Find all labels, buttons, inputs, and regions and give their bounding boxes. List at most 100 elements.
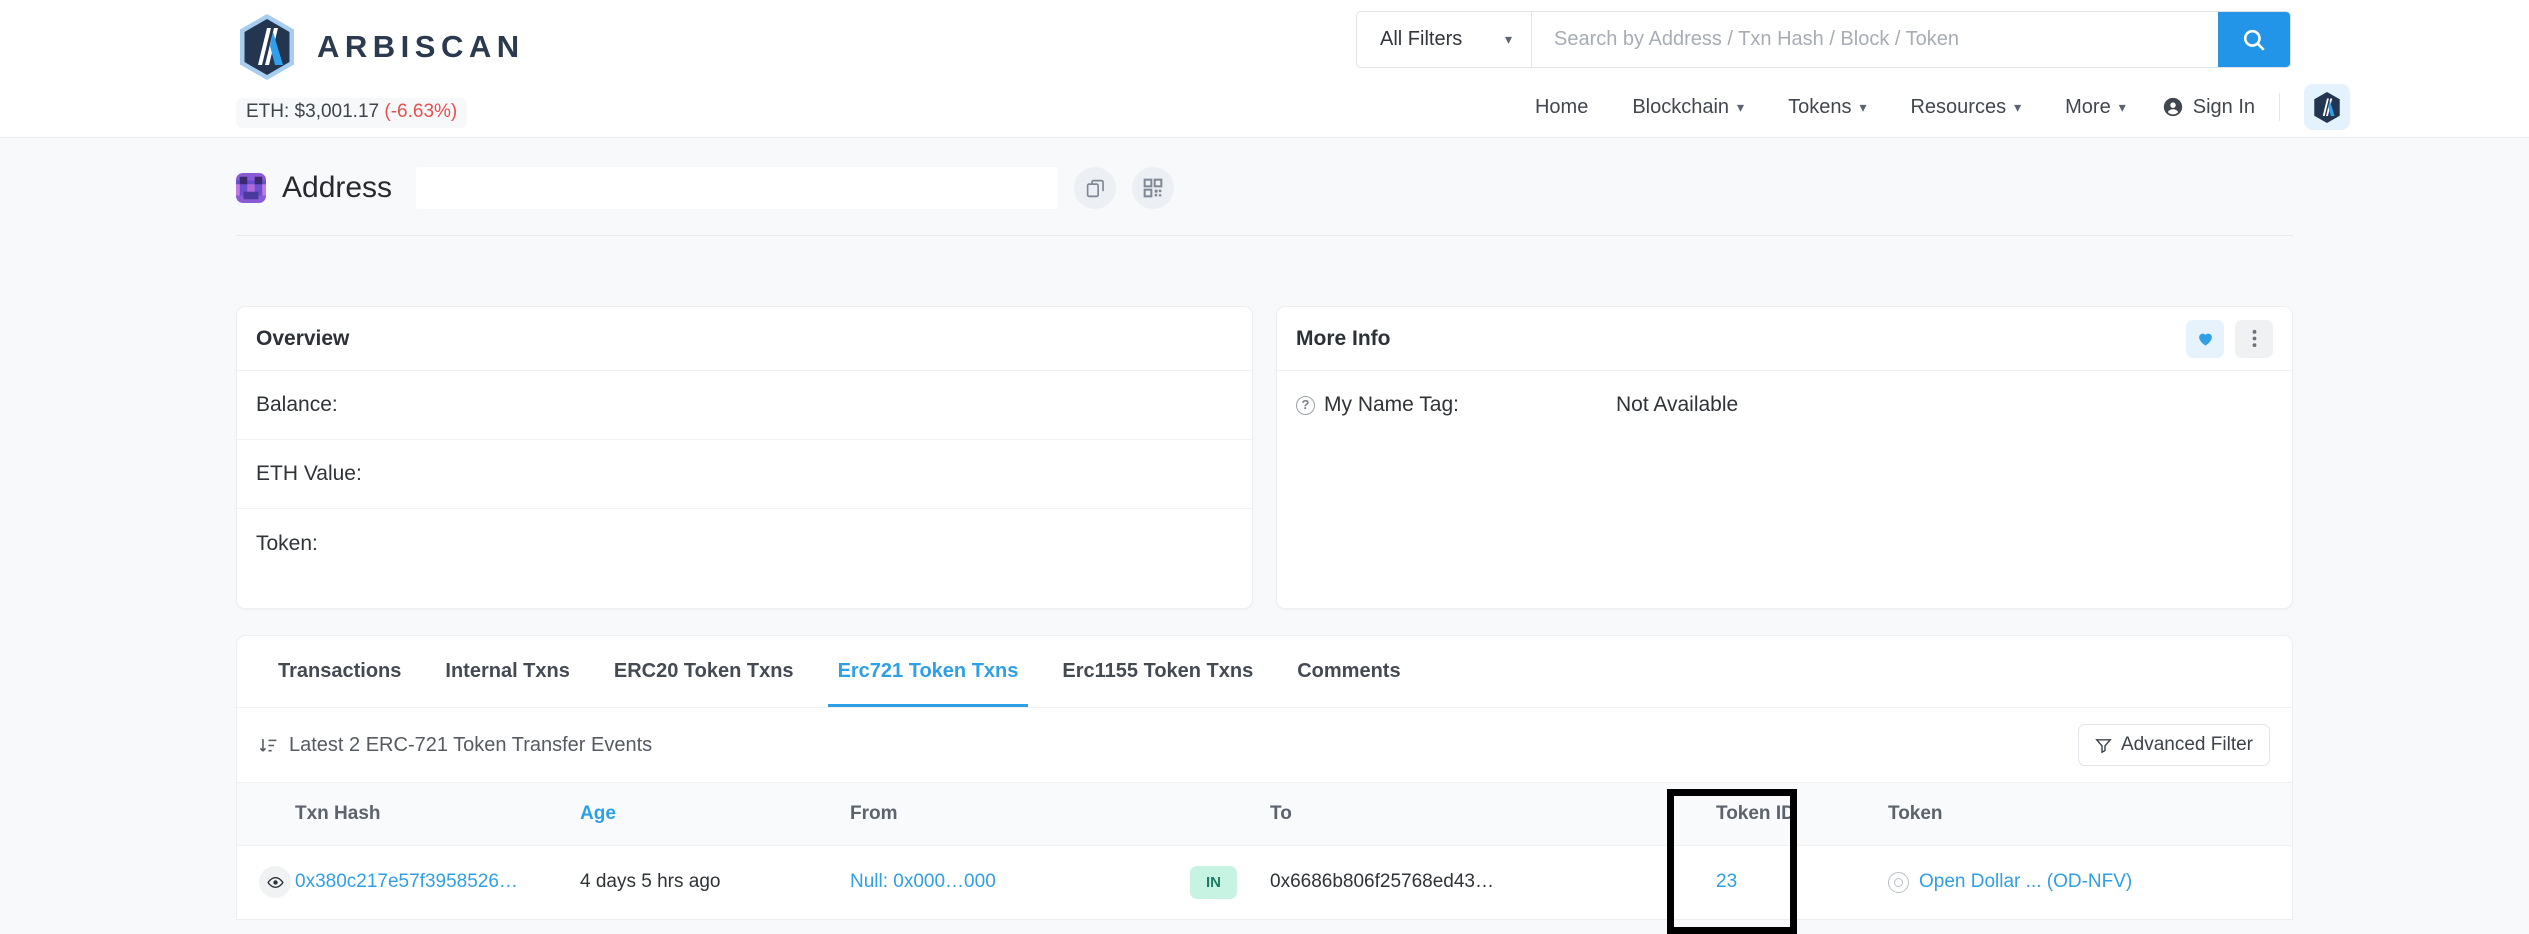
sign-in-button[interactable]: Sign In — [2148, 90, 2269, 125]
token-id-link[interactable]: 23 — [1716, 871, 1737, 892]
cell-txn-hash[interactable]: 0x380c217e57f3958526… — [295, 845, 580, 919]
table-filter-bar: Latest 2 ERC-721 Token Transfer Events A… — [237, 708, 2292, 783]
qr-code-button[interactable] — [1132, 167, 1175, 209]
more-info-title: More Info — [1296, 326, 1391, 350]
question-mark-icon[interactable]: ? — [1296, 395, 1315, 415]
col-eye — [237, 783, 295, 846]
eth-price-change: (-6.63%) — [384, 101, 458, 122]
address-value — [416, 167, 1059, 209]
tab-label: Internal Txns — [445, 660, 570, 682]
overview-label: ETH Value: — [256, 462, 362, 485]
cell-age: 4 days 5 hrs ago — [580, 871, 721, 892]
sign-in-label: Sign In — [2192, 95, 2255, 118]
overview-card-header: Overview — [237, 307, 1252, 371]
more-info-card-header: More Info — [1277, 307, 2292, 371]
brand-logo-link[interactable]: ARBISCAN — [236, 12, 525, 82]
eye-icon — [266, 876, 284, 888]
address-header-section: Address — [0, 138, 2529, 236]
cell-direction: IN — [1190, 845, 1270, 919]
tab-erc721-token-txns[interactable]: Erc721 Token Txns — [816, 636, 1041, 707]
tab-label: ERC20 Token Txns — [613, 660, 794, 682]
nav-item-tokens[interactable]: Tokens ▾ — [1766, 90, 1888, 125]
overview-card: Overview Balance: ETH Value: Token: — [236, 306, 1253, 609]
eth-price-ticker: ETH: $3,001.17 (-6.63%) — [236, 98, 468, 128]
funnel-icon — [2095, 738, 2112, 753]
eye-button[interactable] — [259, 866, 291, 898]
cell-from[interactable]: Null: 0x000…000 — [850, 845, 1190, 919]
all-filters-dropdown[interactable]: All Filters ▾ — [1357, 12, 1532, 67]
page-title: Address — [282, 171, 393, 204]
identicon-avatar — [236, 173, 266, 203]
heart-icon — [2198, 333, 2212, 346]
nav-label: Tokens — [1788, 95, 1852, 118]
favorite-button[interactable] — [2186, 319, 2224, 358]
overview-row-token: Token: — [237, 509, 1252, 578]
sort-descending-icon[interactable] — [259, 736, 278, 755]
table-header-row: Txn Hash Age From To Token ID Token — [237, 783, 2292, 846]
nav-label: Home — [1534, 95, 1589, 118]
from-address-link[interactable]: Null: 0x000…000 — [850, 871, 996, 892]
tab-erc1155-token-txns[interactable]: Erc1155 Token Txns — [1040, 636, 1275, 707]
overview-label: Token: — [256, 531, 318, 555]
transactions-panel: Transactions Internal Txns ERC20 Token T… — [236, 635, 2293, 920]
my-name-tag-label: My Name Tag: — [1324, 393, 1459, 416]
nav-item-more[interactable]: More ▾ — [2043, 90, 2148, 125]
tab-internal-txns[interactable]: Internal Txns — [423, 636, 591, 707]
cell-eye[interactable] — [237, 845, 295, 919]
tab-comments[interactable]: Comments — [1275, 636, 1422, 707]
chevron-down-icon: ▾ — [2118, 98, 2126, 115]
advanced-filter-label: Advanced Filter — [2120, 734, 2253, 755]
summary-cards: Overview Balance: ETH Value: Token: More… — [0, 236, 2529, 609]
nav-divider — [2279, 93, 2280, 121]
col-age[interactable]: Age — [580, 783, 850, 846]
latest-events-label: Latest 2 ERC-721 Token Transfer Events — [289, 733, 653, 756]
nav-label: More — [2065, 95, 2111, 118]
advanced-filter-button[interactable]: Advanced Filter — [2077, 724, 2270, 766]
all-filters-label: All Filters — [1380, 28, 1463, 50]
token-name-link[interactable]: Open Dollar ... (OD-NFV) — [1919, 871, 2132, 893]
more-options-button[interactable] — [2235, 319, 2273, 358]
search-input[interactable] — [1532, 12, 2218, 67]
copy-icon — [1086, 179, 1104, 197]
more-info-row-name-tag: ? My Name Tag: Not Available — [1277, 371, 2292, 439]
overview-row-eth-value: ETH Value: — [237, 440, 1252, 509]
arbiscan-logo-icon — [240, 14, 294, 80]
qr-code-icon — [1143, 178, 1163, 198]
nav-item-resources[interactable]: Resources ▾ — [1888, 90, 2043, 125]
nav-item-home[interactable]: Home — [1513, 90, 1610, 125]
tab-label: Erc1155 Token Txns — [1062, 660, 1254, 682]
my-name-tag-label-group: ? My Name Tag: — [1296, 393, 1616, 417]
tab-erc20-token-txns[interactable]: ERC20 Token Txns — [592, 636, 816, 707]
chevron-down-icon: ▾ — [1737, 98, 1745, 115]
latest-events-label-group: Latest 2 ERC-721 Token Transfer Events — [259, 734, 652, 757]
three-dots-icon — [2252, 329, 2256, 348]
my-name-tag-value: Not Available — [1616, 393, 1739, 416]
col-token: Token — [1870, 783, 2292, 846]
txn-hash-link[interactable]: 0x380c217e57f3958526… — [295, 871, 518, 892]
direction-badge: IN — [1190, 865, 1237, 899]
search-button[interactable] — [2218, 12, 2290, 67]
tab-transactions[interactable]: Transactions — [256, 636, 423, 707]
more-info-card: More Info ? My Name Tag: Not Available — [1276, 306, 2293, 609]
eth-price-label: ETH: $3,001.17 — [246, 101, 380, 122]
network-switch-button[interactable] — [2304, 84, 2350, 130]
more-info-actions — [2186, 319, 2273, 358]
overview-title: Overview — [256, 326, 350, 350]
main-navigation: Home Blockchain ▾ Tokens ▾ Resources ▾ M… — [1513, 84, 2350, 130]
cell-token-id[interactable]: 23 — [1700, 845, 1870, 919]
nav-label: Resources — [1910, 95, 2007, 118]
site-header: ARBISCAN ETH: $3,001.17 (-6.63%) All Fil… — [0, 0, 2529, 138]
erc721-transfers-table: Txn Hash Age From To Token ID Token 0x38… — [237, 783, 2292, 919]
nav-item-blockchain[interactable]: Blockchain ▾ — [1610, 90, 1766, 125]
cell-token[interactable]: Open Dollar ... (OD-NFV) — [1870, 845, 2292, 919]
copy-address-button[interactable] — [1074, 167, 1117, 209]
tab-label: Transactions — [278, 660, 402, 682]
header-divider — [236, 235, 2293, 236]
arbiscan-network-icon — [2314, 91, 2340, 123]
table-row[interactable]: 0x380c217e57f3958526… 4 days 5 hrs ago N… — [237, 845, 2292, 919]
search-bar: All Filters ▾ — [1356, 11, 2291, 68]
col-to: To — [1270, 783, 1700, 846]
chevron-down-icon: ▾ — [2014, 98, 2022, 115]
col-direction — [1190, 783, 1270, 846]
col-from: From — [850, 783, 1190, 846]
